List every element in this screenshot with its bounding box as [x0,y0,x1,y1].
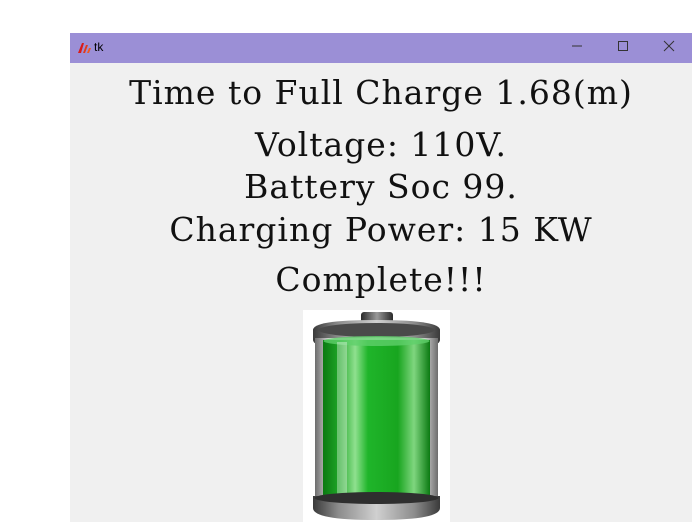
voltage-label: Voltage: 110V. [255,125,507,164]
app-window: tk Time to Full Charge 1.68(m) Voltage: … [70,33,692,522]
minimize-icon [571,39,583,57]
close-icon [663,39,675,57]
battery-soc-label: Battery Soc 99. [244,167,518,206]
maximize-button[interactable] [600,33,646,63]
title-bar[interactable]: tk [70,33,692,63]
charging-power-label: Charging Power: 15 KW [169,210,593,249]
time-to-full-label: Time to Full Charge 1.68(m) [129,73,633,112]
minimize-button[interactable] [554,33,600,63]
window-title: tk [94,40,104,54]
tk-feather-icon [76,40,92,56]
maximize-icon [617,39,629,57]
main-content: Time to Full Charge 1.68(m) Voltage: 110… [70,63,692,522]
status-label: Complete!!! [275,260,487,299]
close-button[interactable] [646,33,692,63]
battery-full-icon [303,310,450,522]
